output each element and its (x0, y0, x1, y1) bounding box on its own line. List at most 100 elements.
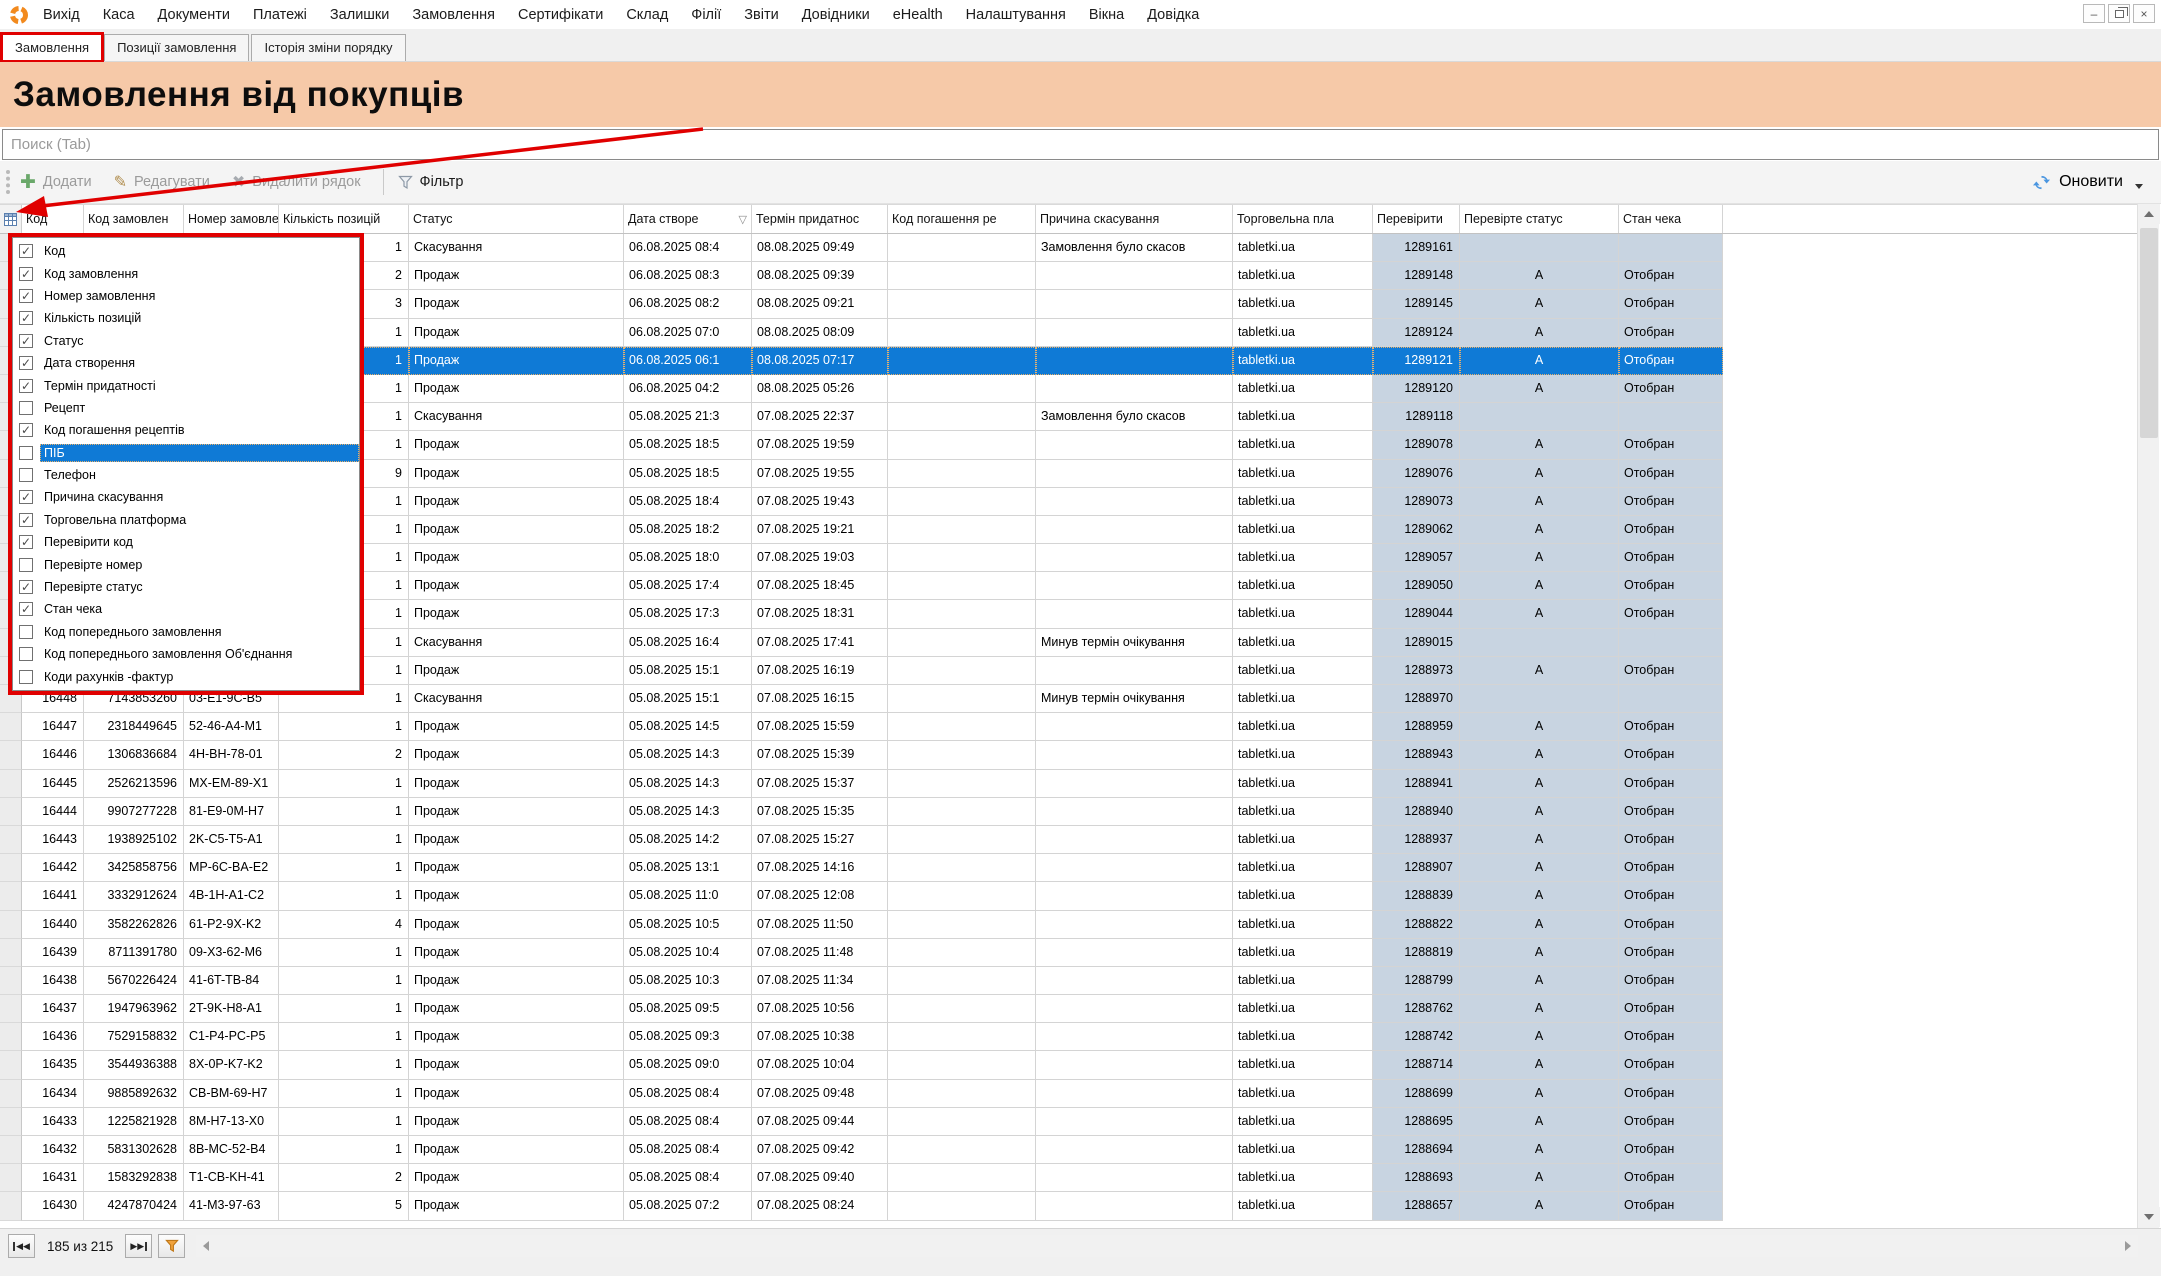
cell-verify_status[interactable]: А (1460, 657, 1619, 685)
cell-verify[interactable]: 1288762 (1373, 995, 1460, 1023)
cell-verify[interactable]: 1288714 (1373, 1051, 1460, 1079)
cell-status[interactable]: Скасування (409, 403, 624, 431)
cell-receipt_state[interactable]: Отобран (1619, 460, 1723, 488)
cell-verify_status[interactable]: А (1460, 798, 1619, 826)
cell-created[interactable]: 05.08.2025 18:5 (624, 431, 752, 459)
cell-created[interactable]: 05.08.2025 09:0 (624, 1051, 752, 1079)
cell-expiry[interactable]: 07.08.2025 11:48 (752, 939, 888, 967)
cell-verify_status[interactable]: А (1460, 882, 1619, 910)
row-indicator[interactable] (0, 1108, 22, 1136)
cell-qty[interactable]: 1 (279, 798, 409, 826)
cell-receipt_state[interactable]: Отобран (1619, 431, 1723, 459)
cell-redemption[interactable] (888, 319, 1036, 347)
cell-redemption[interactable] (888, 1080, 1036, 1108)
cell-verify_status[interactable]: А (1460, 939, 1619, 967)
cell-redemption[interactable] (888, 939, 1036, 967)
cell-status[interactable]: Продаж (409, 995, 624, 1023)
cell-expiry[interactable]: 07.08.2025 15:39 (752, 741, 888, 769)
column-header-redemption[interactable]: Код погашення ре (888, 205, 1036, 233)
column-header-receipt_state[interactable]: Стан чека (1619, 205, 1723, 233)
row-indicator[interactable] (0, 826, 22, 854)
cell-receipt_state[interactable]: Отобран (1619, 911, 1723, 939)
cell-qty[interactable]: 1 (279, 1108, 409, 1136)
cell-verify_status[interactable]: А (1460, 1136, 1619, 1164)
checkbox-checked[interactable]: ✓ (19, 311, 33, 325)
cell-qty[interactable]: 1 (279, 826, 409, 854)
cell-order_code[interactable]: 3544936388 (84, 1051, 184, 1079)
cell-verify[interactable]: 1288819 (1373, 939, 1460, 967)
cell-order_code[interactable]: 1938925102 (84, 826, 184, 854)
row-indicator[interactable] (0, 911, 22, 939)
cell-verify[interactable]: 1289076 (1373, 460, 1460, 488)
delete-row-button[interactable]: ✖ Видалити рядок (232, 172, 361, 192)
refresh-dropdown-caret[interactable] (2135, 184, 2143, 189)
cell-status[interactable]: Продаж (409, 911, 624, 939)
cell-qty[interactable]: 2 (279, 741, 409, 769)
cell-redemption[interactable] (888, 516, 1036, 544)
cell-expiry[interactable]: 07.08.2025 08:24 (752, 1192, 888, 1220)
cell-status[interactable]: Продаж (409, 713, 624, 741)
cell-verify_status[interactable]: А (1460, 1164, 1619, 1192)
cell-reason[interactable] (1036, 854, 1233, 882)
cell-code[interactable]: 16441 (22, 882, 84, 910)
cell-order_code[interactable]: 8711391780 (84, 939, 184, 967)
cell-verify[interactable]: 1288907 (1373, 854, 1460, 882)
cell-order_code[interactable]: 5670226424 (84, 967, 184, 995)
cell-redemption[interactable] (888, 431, 1036, 459)
cell-reason[interactable] (1036, 911, 1233, 939)
column-chooser-item[interactable]: Телефон (13, 464, 359, 486)
column-chooser-item[interactable]: ✓Термін придатності (13, 374, 359, 396)
cell-receipt_state[interactable]: Отобран (1619, 967, 1723, 995)
cell-platform[interactable]: tabletki.ua (1233, 1051, 1373, 1079)
cell-reason[interactable] (1036, 1192, 1233, 1220)
cell-created[interactable]: 05.08.2025 14:5 (624, 713, 752, 741)
cell-receipt_state[interactable]: Отобран (1619, 375, 1723, 403)
table-row[interactable]: 1643258313026288B-MC-52-B41Продаж05.08.2… (0, 1136, 2137, 1164)
cell-qty[interactable]: 1 (279, 713, 409, 741)
column-header-order_code[interactable]: Код замовлен (84, 205, 184, 233)
cell-order_number[interactable]: 61-P2-9X-K2 (184, 911, 279, 939)
cell-expiry[interactable]: 07.08.2025 09:44 (752, 1108, 888, 1136)
row-indicator[interactable] (0, 1051, 22, 1079)
cell-reason[interactable] (1036, 1080, 1233, 1108)
refresh-button[interactable]: Оновити (2032, 173, 2161, 192)
tab-Позиції замовлення[interactable]: Позиції замовлення (104, 34, 249, 61)
cell-platform[interactable]: tabletki.ua (1233, 460, 1373, 488)
cell-platform[interactable]: tabletki.ua (1233, 854, 1373, 882)
cell-status[interactable]: Скасування (409, 629, 624, 657)
cell-verify[interactable]: 1288694 (1373, 1136, 1460, 1164)
cell-redemption[interactable] (888, 1136, 1036, 1164)
cell-verify_status[interactable]: А (1460, 544, 1619, 572)
cell-verify[interactable]: 1289148 (1373, 262, 1460, 290)
cell-created[interactable]: 05.08.2025 14:3 (624, 741, 752, 769)
cell-redemption[interactable] (888, 657, 1036, 685)
cell-created[interactable]: 05.08.2025 09:3 (624, 1023, 752, 1051)
column-chooser-item[interactable]: ✓Код (13, 240, 359, 262)
column-chooser-item[interactable]: ✓Номер замовлення (13, 285, 359, 307)
row-indicator[interactable] (0, 854, 22, 882)
column-header-reason[interactable]: Причина скасування (1036, 205, 1233, 233)
cell-expiry[interactable]: 07.08.2025 09:42 (752, 1136, 888, 1164)
cell-verify_status[interactable]: А (1460, 713, 1619, 741)
row-indicator[interactable] (0, 1136, 22, 1164)
cell-verify_status[interactable]: А (1460, 460, 1619, 488)
column-chooser-item[interactable]: ✓Перевірити код (13, 531, 359, 553)
cell-qty[interactable]: 5 (279, 1192, 409, 1220)
cell-platform[interactable]: tabletki.ua (1233, 657, 1373, 685)
column-chooser-item[interactable]: ✓Перевірте статус (13, 576, 359, 598)
cell-created[interactable]: 05.08.2025 18:4 (624, 488, 752, 516)
cell-code[interactable]: 16447 (22, 713, 84, 741)
cell-order_code[interactable]: 5831302628 (84, 1136, 184, 1164)
cell-order_code[interactable]: 3582262826 (84, 911, 184, 939)
cell-expiry[interactable]: 07.08.2025 15:37 (752, 770, 888, 798)
cell-order_code[interactable]: 2318449645 (84, 713, 184, 741)
cell-status[interactable]: Продаж (409, 1164, 624, 1192)
cell-reason[interactable] (1036, 319, 1233, 347)
cell-verify_status[interactable]: А (1460, 572, 1619, 600)
cell-platform[interactable]: tabletki.ua (1233, 629, 1373, 657)
cell-redemption[interactable] (888, 262, 1036, 290)
table-row[interactable]: 164367529158832C1-P4-PC-P51Продаж05.08.2… (0, 1023, 2137, 1051)
cell-verify[interactable]: 1288799 (1373, 967, 1460, 995)
scroll-down-button[interactable] (2138, 1207, 2160, 1227)
cell-verify[interactable]: 1288940 (1373, 798, 1460, 826)
